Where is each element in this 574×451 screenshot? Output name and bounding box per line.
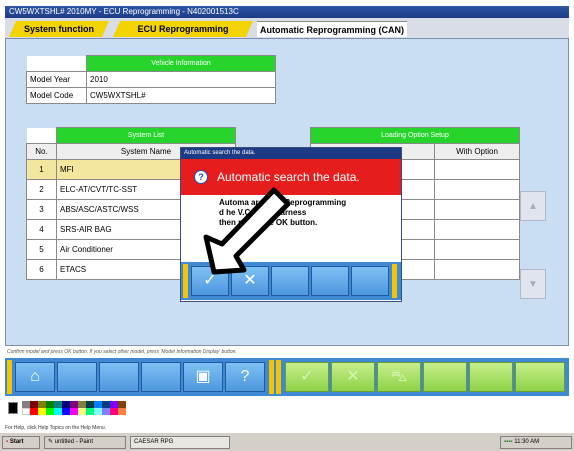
palette-swatch[interactable]	[86, 408, 94, 415]
ok-button[interactable]: ✓	[285, 362, 329, 392]
table-row: Model Code CW5WXTSHL#	[26, 87, 276, 104]
start-button[interactable]: ▪ Start	[2, 436, 40, 449]
palette-swatch[interactable]	[94, 408, 102, 415]
help-button[interactable]: ?	[225, 362, 265, 392]
vehicle-info-heading: Vehicle Information	[86, 55, 276, 72]
vehicle-info-value: CW5WXTSHL#	[86, 87, 276, 104]
dialog-blank-button[interactable]	[351, 266, 389, 296]
toolbar-blank-button[interactable]	[99, 362, 139, 392]
palette-swatch[interactable]	[70, 401, 78, 408]
row-number: 5	[26, 239, 57, 260]
palette-swatch[interactable]	[62, 408, 70, 415]
tab-ecu-reprogramming[interactable]: ECU Reprogramming	[113, 21, 253, 37]
palette-swatch[interactable]	[110, 401, 118, 408]
palette-swatch[interactable]	[118, 408, 126, 415]
row-number: 1	[26, 159, 57, 180]
toolbar-blank-button[interactable]	[515, 362, 565, 392]
loading-option-heading: Loading Option Setup	[310, 127, 520, 144]
palette-swatch[interactable]	[54, 408, 62, 415]
palette-swatch[interactable]	[30, 401, 38, 408]
palette-swatch[interactable]	[46, 408, 54, 415]
window-title-bar: CW5WXTSHL# 2010MY - ECU Reprogramming - …	[5, 6, 569, 18]
toolbar-separator	[7, 360, 12, 394]
home-icon: ⌂	[30, 368, 40, 385]
windows-logo-icon: ▪	[6, 439, 9, 445]
palette-swatch[interactable]	[46, 401, 54, 408]
taskbar-item-caesar[interactable]: CAESAR RPG	[130, 436, 230, 449]
column-header-no: No.	[26, 143, 57, 160]
taskbar-item-label: CAESAR RPG	[134, 439, 174, 445]
tab-strip: System function ECU Reprogramming Automa…	[5, 18, 569, 38]
cancel-button[interactable]: ✕	[331, 362, 375, 392]
toolbar-separator	[269, 360, 274, 394]
table-row: Model Year 2010	[26, 71, 276, 88]
palette-swatch[interactable]	[102, 401, 110, 408]
palette-swatch[interactable]	[70, 408, 78, 415]
model-info-button[interactable]: ⛍	[377, 362, 421, 392]
palette-swatch[interactable]	[38, 408, 46, 415]
taskbar: ▪ Start ✎ untitled - Paint CAESAR RPG ▪▪…	[0, 432, 574, 451]
clock: 11:30 AM	[514, 439, 540, 445]
column-header-with-option: With Option	[434, 143, 520, 160]
annotation-arrow-icon	[203, 187, 291, 275]
vehicle-info-value: 2010	[86, 71, 276, 88]
toolbar-separator	[276, 360, 281, 394]
scroll-up-button[interactable]: ▲	[520, 191, 546, 221]
help-hint: For Help, click Help Topics on the Help …	[5, 425, 107, 431]
palette-swatch[interactable]	[38, 401, 46, 408]
tab-automatic-reprogramming[interactable]: Automatic Reprogramming (CAN)	[257, 21, 407, 37]
tab-system-function[interactable]: System function	[9, 21, 109, 37]
palette-swatch[interactable]	[118, 401, 126, 408]
check-icon: ✓	[300, 368, 314, 385]
row-number: 6	[26, 259, 57, 280]
taskbar-item-label: untitled - Paint	[54, 439, 94, 445]
vehicle-info-label: Model Code	[26, 87, 87, 104]
bottom-toolbar: ⌂ ▣ ? ✓ ✕ ⛍	[5, 358, 569, 396]
row-number: 3	[26, 199, 57, 220]
vehicle-info-table: Vehicle Information Model Year 2010 Mode…	[26, 55, 276, 104]
status-message: Confirm model and press OK button. If yo…	[7, 347, 567, 357]
toolbar-blank-button[interactable]	[469, 362, 513, 392]
palette-swatch[interactable]	[110, 408, 118, 415]
palette-swatch[interactable]	[62, 401, 70, 408]
row-number: 4	[26, 219, 57, 240]
cross-icon: ✕	[346, 368, 360, 385]
system-list-heading: System List	[56, 127, 236, 144]
palette-swatch[interactable]	[22, 401, 30, 408]
home-button[interactable]: ⌂	[15, 362, 55, 392]
help-icon: ?	[240, 368, 250, 385]
print-button[interactable]: ▣	[183, 362, 223, 392]
toolbar-blank-button[interactable]	[57, 362, 97, 392]
toolbar-separator	[183, 264, 188, 298]
dialog-title-bar: Automatic search the data.	[181, 148, 401, 159]
palette-swatch[interactable]	[8, 402, 18, 414]
paint-icon: ✎	[48, 439, 54, 445]
palette-swatch[interactable]	[22, 408, 30, 415]
car-icon: ⛍	[390, 368, 408, 385]
palette-swatch[interactable]	[94, 401, 102, 408]
toolbar-separator	[392, 264, 397, 298]
scroll-down-button[interactable]: ▼	[520, 269, 546, 299]
palette-swatch[interactable]	[78, 408, 86, 415]
dialog-blank-button[interactable]	[311, 266, 349, 296]
palette-swatch[interactable]	[30, 408, 38, 415]
toolbar-blank-button[interactable]	[141, 362, 181, 392]
toolbar-blank-button[interactable]	[423, 362, 467, 392]
palette-swatch[interactable]	[54, 401, 62, 408]
color-palette	[8, 400, 158, 416]
row-number: 2	[26, 179, 57, 200]
palette-swatch[interactable]	[78, 401, 86, 408]
printer-icon: ▣	[195, 368, 211, 385]
vehicle-info-label: Model Year	[26, 71, 87, 88]
palette-swatch[interactable]	[102, 408, 110, 415]
system-tray: ▪▪▪▪ 11:30 AM	[500, 436, 572, 449]
taskbar-item-paint[interactable]: ✎ untitled - Paint	[44, 436, 126, 449]
tray-icons[interactable]: ▪▪▪▪	[504, 439, 513, 445]
palette-swatch[interactable]	[86, 401, 94, 408]
start-label: Start	[9, 439, 24, 445]
